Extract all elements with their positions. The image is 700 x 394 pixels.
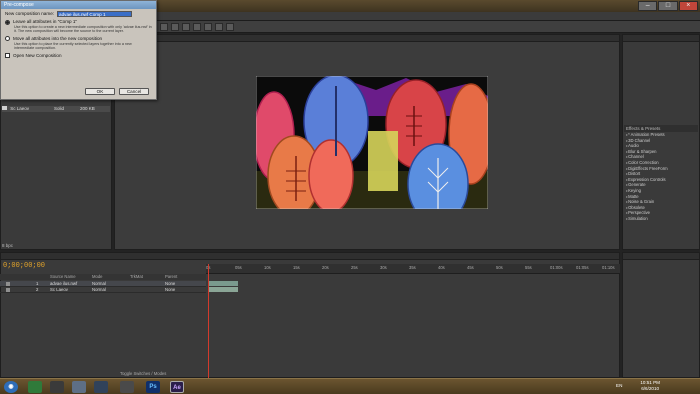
- current-time-indicator[interactable]: [208, 264, 209, 378]
- tick-label: 30s: [380, 265, 387, 270]
- visibility-icon[interactable]: [6, 288, 10, 292]
- col-mode[interactable]: Mode: [92, 274, 102, 280]
- tick-label: 35s: [409, 265, 416, 270]
- effects-panel-header: Effects & Presets: [624, 125, 698, 132]
- layer-duration-bar[interactable]: [208, 287, 238, 292]
- hand-tool-icon[interactable]: [171, 23, 179, 31]
- tick-label: 50s: [496, 265, 503, 270]
- paragraph-panel: [622, 252, 700, 378]
- layer-row[interactable]: 2 Sc Laeov Normal None: [0, 287, 206, 293]
- project-item-size: 200 KB: [80, 106, 95, 111]
- option1-description: Use this option to create a new intermed…: [14, 25, 152, 34]
- layer-mode[interactable]: Normal: [92, 287, 106, 293]
- layer-name: Sc Laeov: [50, 287, 68, 292]
- tick-label: 01:00s: [550, 265, 563, 270]
- timeline-header: [1, 253, 619, 260]
- visibility-icon[interactable]: [6, 282, 10, 286]
- option2-label: Move all attributes into the new composi…: [13, 35, 103, 41]
- clock-date: 6/6/2010: [641, 386, 660, 391]
- folder-icon[interactable]: [72, 381, 86, 393]
- paragraph-panel-header: [623, 253, 699, 260]
- comp-artwork[interactable]: [256, 76, 488, 209]
- name-label: New composition name:: [5, 11, 55, 16]
- minimize-button[interactable]: –: [638, 1, 658, 11]
- open-new-comp-label: Open New Composition: [13, 52, 62, 58]
- tick-label: 55s: [525, 265, 532, 270]
- timecode-display[interactable]: 0;00;00;00: [3, 262, 45, 270]
- name-row: New composition name: advae ilus.nwf Com…: [5, 11, 152, 17]
- after-effects-icon[interactable]: Ae: [170, 381, 184, 393]
- precompose-dialog: Pre-compose New composition name: advae …: [0, 0, 157, 100]
- effect-category[interactable]: Simulation: [624, 216, 698, 222]
- option2-description: Use this option to place the currently s…: [14, 41, 132, 51]
- maximize-button[interactable]: □: [658, 1, 678, 11]
- camera-tool-icon[interactable]: [204, 23, 212, 31]
- tick-label: 01:05s: [576, 265, 589, 270]
- tick-label: 05s: [235, 265, 242, 270]
- project-item[interactable]: Sc Laeov Solid 200 KB: [2, 106, 110, 112]
- text-tool-icon[interactable]: [226, 23, 234, 31]
- project-bit-depth[interactable]: 8 bpc: [2, 243, 13, 248]
- open-new-comp-checkbox[interactable]: [5, 53, 10, 59]
- dialog-title: Pre-compose: [1, 1, 156, 9]
- selection-tool-icon[interactable]: [160, 23, 168, 31]
- rotate-tool-icon[interactable]: [193, 23, 201, 31]
- pen-tool-icon[interactable]: [215, 23, 223, 31]
- zoom-tool-icon[interactable]: [182, 23, 190, 31]
- project-item-type: Solid: [54, 106, 65, 111]
- cancel-button[interactable]: Cancel: [119, 88, 149, 95]
- layer-parent[interactable]: None: [165, 287, 175, 293]
- photoshop-icon[interactable]: Ps: [146, 381, 160, 393]
- leave-attributes-radio[interactable]: [5, 19, 10, 25]
- effects-list: * Animation Presets 3D Channel Audio Blu…: [624, 132, 698, 222]
- tick-label: 15s: [293, 265, 300, 270]
- system-clock[interactable]: 10:51 PM 6/6/2010: [640, 380, 660, 392]
- tick-label: 25s: [351, 265, 358, 270]
- layer-columns-header: Source Name Mode TrkMat Parent: [0, 274, 206, 280]
- tick-label: 45s: [467, 265, 474, 270]
- messenger-icon[interactable]: [28, 381, 42, 393]
- open-new-comp-row[interactable]: Open New Composition: [5, 53, 152, 59]
- tick-label: 10s: [264, 265, 271, 270]
- toggle-switches-modes[interactable]: Toggle Switches / Modes: [120, 371, 166, 376]
- col-trkmat[interactable]: TrkMat: [130, 274, 143, 280]
- layer-number: 2: [36, 287, 39, 292]
- tick-label: 01:10s: [602, 265, 615, 270]
- info-panel-header: [623, 35, 699, 42]
- ok-button[interactable]: OK: [85, 88, 115, 95]
- layer-duration-bar[interactable]: [208, 281, 238, 286]
- language-indicator[interactable]: EN: [616, 383, 622, 388]
- taskbar: ◉ Ps Ae EN: [0, 378, 700, 394]
- tick-label: 40s: [438, 265, 445, 270]
- start-button[interactable]: ◉: [4, 381, 18, 393]
- app-icon[interactable]: [120, 381, 134, 393]
- project-item-name: Sc Laeov: [10, 106, 30, 111]
- browser-icon[interactable]: [50, 381, 64, 393]
- media-icon[interactable]: [94, 381, 108, 393]
- composition-name-input[interactable]: advae ilus.nwf Comp 1: [57, 11, 133, 17]
- solid-icon: [2, 106, 7, 110]
- tick-label: 20s: [322, 265, 329, 270]
- time-ruler[interactable]: 0s 05s 10s 15s 20s 25s 30s 35s 40s 45s 5…: [206, 264, 620, 274]
- col-source-name[interactable]: Source Name: [50, 274, 76, 280]
- col-parent[interactable]: Parent: [165, 274, 177, 280]
- close-button[interactable]: ×: [678, 1, 698, 11]
- viewer-header: [115, 35, 619, 42]
- window-controls: – □ ×: [638, 1, 698, 11]
- move-attributes-radio[interactable]: [5, 36, 10, 42]
